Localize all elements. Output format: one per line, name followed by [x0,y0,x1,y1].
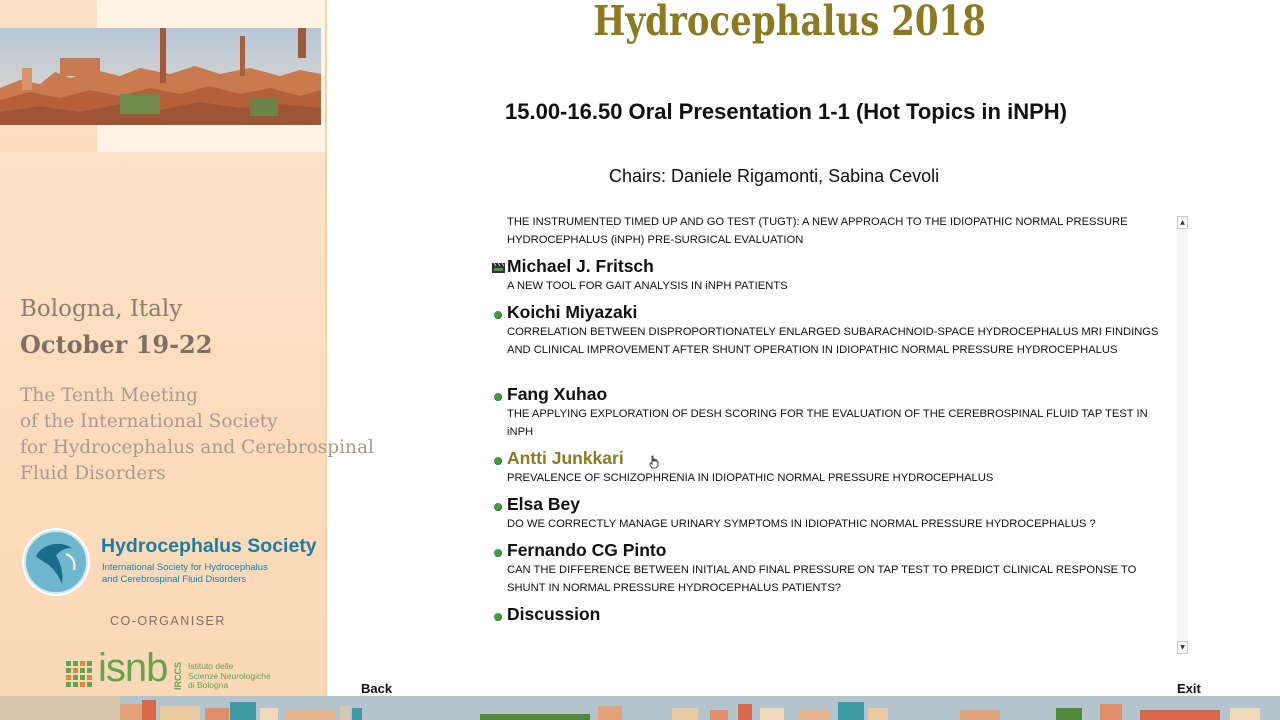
speaker-name[interactable]: Koichi Miyazaki [507,302,637,323]
society-subtitle-line: International Society for Hydrocephalus [102,562,268,573]
society-name: Hydrocephalus Society [101,535,317,557]
presentation-abstract: THE APPLYING EXPLORATION OF DESH SCORING… [507,408,1148,438]
location-date: October 19-22 [20,330,213,359]
meeting-line: Fluid Disorders [20,463,166,484]
presentation-abstract: A NEW TOOL FOR GAIT ANALYSIS IN iNPH PAT… [507,280,788,292]
green-dot-icon [494,311,502,319]
green-dot-icon [494,613,502,621]
presentation-abstract: THE INSTRUMENTED TIMED UP AND GO TEST (T… [507,216,1128,246]
session-chairs: Chairs: Daniele Rigamonti, Sabina Cevoli [609,166,940,186]
presentation-list: THE INSTRUMENTED TIMED UP AND GO TEST (T… [490,212,1176,652]
scroll-down-button[interactable]: ▼ [1177,641,1188,654]
isnb-institute-line: di Bologna [188,680,229,690]
sidebar-edge [325,0,327,720]
green-dot-icon [494,503,502,511]
presentation-abstract: DO WE CORRECTLY MANAGE URINARY SYMPTOMS … [507,518,1096,530]
speaker-name[interactable]: Michael J. Fritsch [507,256,654,277]
isnb-logo-word: isnb [98,646,168,690]
speaker-name[interactable]: Elsa Bey [507,494,580,515]
list-scrollbar[interactable]: ▲ ▼ [1177,216,1188,654]
speaker-name[interactable]: Fernando CG Pinto [507,540,666,561]
society-subtitle: International Society for Hydrocephalus … [102,562,268,586]
page-title: Hydrocephalus 2018 [0,0,1280,45]
meeting-line: for Hydrocephalus and Cerebrospinal [20,437,374,458]
co-organiser-label: CO-ORGANISER [110,614,226,628]
session-title: 15.00-16.50 Oral Presentation 1-1 (Hot T… [505,99,1067,124]
sidebar: Bologna, Italy October 19-22 The Tenth M… [0,0,374,720]
back-button[interactable]: Back [361,681,392,696]
speaker-name[interactable]: Discussion [507,604,600,625]
speaker-name[interactable]: Fang Xuhao [507,384,607,405]
meeting-line: The Tenth Meeting [20,385,199,406]
hand-cursor-icon [649,455,659,469]
presentation-abstract: CORRELATION BETWEEN DISPROPORTIONATELY E… [507,326,1159,356]
page-title-text: Hydrocephalus 2018 [593,0,987,45]
green-dot-icon [494,393,502,401]
scroll-up-button[interactable]: ▲ [1177,216,1188,229]
isnb-dot-grid-icon [66,661,92,687]
footer-decorative-blocks [0,696,1280,720]
irccs-text: IRCCS [173,662,183,690]
meeting-description: The Tenth Meeting of the International S… [20,383,374,487]
presentation-abstract: CAN THE DIFFERENCE BETWEEN INITIAL AND F… [507,564,1137,594]
society-subtitle-line: and Cerebrospinal Fluid Disorders [102,574,247,585]
video-clapper-icon [492,263,505,273]
exit-button[interactable]: Exit [1177,681,1201,696]
isnb-institute-name: Istituto delle Scienze Neurologiche di B… [188,661,271,691]
speaker-name[interactable]: Antti Junkkari [507,448,624,469]
green-dot-icon [494,457,502,465]
meeting-line: of the International Society [20,411,278,432]
irccs-label: IRCCS [173,662,183,690]
hydrocephalus-society-logo-icon [22,528,90,596]
presentation-abstract: PREVALENCE OF SCHIZOPHRENIA IN IDIOPATHI… [507,472,994,484]
location-city: Bologna, Italy [20,296,183,322]
green-dot-icon [494,549,502,557]
